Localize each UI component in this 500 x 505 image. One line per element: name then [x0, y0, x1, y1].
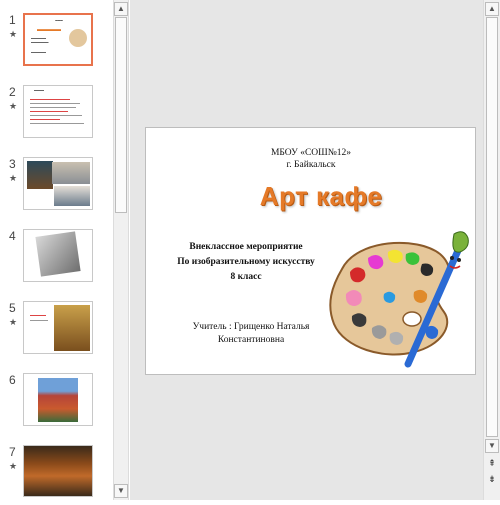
- thumb-text-line: [30, 320, 48, 321]
- thumb-photo: [54, 186, 90, 206]
- thumb-photo: [52, 162, 90, 184]
- slide-thumbnail-7[interactable]: [23, 445, 93, 497]
- slide-thumbnail-row-5[interactable]: 5 ★: [0, 301, 113, 361]
- slide-number: 3: [9, 157, 16, 171]
- animation-star-icon: ★: [9, 173, 18, 183]
- slide-editor-area: МБОУ «СОШ№12» г. Байкальск Арт кафе Внек…: [130, 0, 483, 500]
- thumb-text-line: [30, 315, 46, 316]
- thumb-photo: [38, 378, 78, 422]
- animation-star-icon: ★: [9, 461, 18, 471]
- scrollbar-thumb[interactable]: [486, 17, 498, 437]
- scroll-down-button[interactable]: ▼: [485, 439, 499, 453]
- thumb-text-line: [30, 111, 68, 112]
- teacher-line-1: Учитель : Грищенко Наталья: [192, 322, 310, 332]
- slide-thumbnail-3[interactable]: [23, 157, 93, 210]
- slide-number: 4: [9, 229, 16, 243]
- slide-thumbnail-row-7[interactable]: 7 ★: [0, 445, 113, 505]
- thumb-text-line: [30, 119, 60, 120]
- scrollbar-thumb[interactable]: [115, 17, 127, 213]
- slide-thumbnail-row-6[interactable]: 6: [0, 373, 113, 433]
- thumb-photo: [24, 446, 92, 496]
- thumb-photo: [27, 161, 53, 189]
- school-name[interactable]: МБОУ «СОШ№12» г. Байкальск: [241, 147, 381, 171]
- teacher-info[interactable]: Учитель : Грищенко Наталья Константиновн…: [166, 321, 336, 347]
- thumb-text-line: [30, 103, 80, 104]
- slide-thumbnail-row-2[interactable]: 2 ★ ▬▬▬▬: [0, 85, 113, 145]
- scroll-down-button[interactable]: ▼: [114, 484, 128, 498]
- slide-thumbnail-5[interactable]: [23, 301, 93, 354]
- thumb-text: ▬▬▬▬▬▬: [31, 51, 46, 54]
- slide-thumbnail-6[interactable]: [23, 373, 93, 426]
- school-line-1: МБОУ «СОШ№12»: [270, 148, 352, 158]
- event-line-3: 8 класс: [230, 272, 262, 282]
- slide-number: 2: [9, 85, 16, 99]
- slide-thumbnail-row-4[interactable]: 4: [0, 229, 113, 289]
- current-slide[interactable]: МБОУ «СОШ№12» г. Байкальск Арт кафе Внек…: [145, 127, 476, 375]
- thumb-text-line: [30, 107, 76, 108]
- scroll-up-button[interactable]: ▲: [114, 2, 128, 16]
- thumb-text: ▬▬▬▬▬▬: [31, 37, 46, 40]
- slide-thumbnail-4[interactable]: [23, 229, 93, 282]
- thumb-icon-painting: [54, 305, 90, 351]
- slide-title[interactable]: Арт кафе: [206, 181, 436, 212]
- slide-number: 6: [9, 373, 16, 387]
- animation-star-icon: ★: [9, 101, 18, 111]
- scroll-up-button[interactable]: ▲: [485, 2, 499, 16]
- slide-number: 5: [9, 301, 16, 315]
- thumb-title-mark: ▬▬▬▬: [37, 27, 61, 33]
- event-line-1: Внеклассное мероприятие: [189, 242, 303, 252]
- thumb-palette-icon: [69, 29, 87, 47]
- thumb-photo: [35, 231, 81, 277]
- thumbnail-scrollbar[interactable]: ▲ ▼: [113, 0, 129, 500]
- thumb-text-line: [30, 115, 82, 116]
- thumb-text-line: [30, 123, 84, 124]
- editor-scrollbar[interactable]: ▲ ▼ ⇞ ⇟: [483, 0, 500, 500]
- slide-thumbnail-row-1[interactable]: 1 ★ ▬▬▬ ▬▬▬▬ ▬▬▬▬▬▬ ▬▬▬▬▬▬▬ ▬▬▬▬▬▬: [0, 13, 113, 73]
- thumb-text-line: [30, 99, 70, 100]
- slide-thumbnail-row-3[interactable]: 3 ★: [0, 157, 113, 217]
- event-description[interactable]: Внеклассное мероприятие По изобразительн…: [156, 240, 336, 285]
- school-line-2: г. Байкальск: [286, 160, 336, 170]
- thumb-text: ▬▬▬: [55, 19, 63, 22]
- teacher-line-2: Константиновна: [217, 335, 285, 345]
- animation-star-icon: ★: [9, 29, 18, 39]
- slide-thumbnail-2[interactable]: ▬▬▬▬: [23, 85, 93, 138]
- next-slide-button[interactable]: ⇟: [486, 473, 498, 485]
- event-line-2: По изобразительному искусству: [177, 257, 315, 267]
- paint-palette-icon[interactable]: [322, 224, 472, 374]
- thumb-text: ▬▬▬▬: [34, 89, 44, 92]
- animation-star-icon: ★: [9, 317, 18, 327]
- slide-number: 7: [9, 445, 16, 459]
- previous-slide-button[interactable]: ⇞: [486, 457, 498, 469]
- slide-thumbnail-panel: 1 ★ ▬▬▬ ▬▬▬▬ ▬▬▬▬▬▬ ▬▬▬▬▬▬▬ ▬▬▬▬▬▬ 2 ★ ▬…: [0, 0, 113, 500]
- slide-number: 1: [9, 13, 16, 27]
- slide-thumbnail-1[interactable]: ▬▬▬ ▬▬▬▬ ▬▬▬▬▬▬ ▬▬▬▬▬▬▬ ▬▬▬▬▬▬: [23, 13, 93, 66]
- thumb-text: ▬▬▬▬▬▬▬: [31, 41, 49, 44]
